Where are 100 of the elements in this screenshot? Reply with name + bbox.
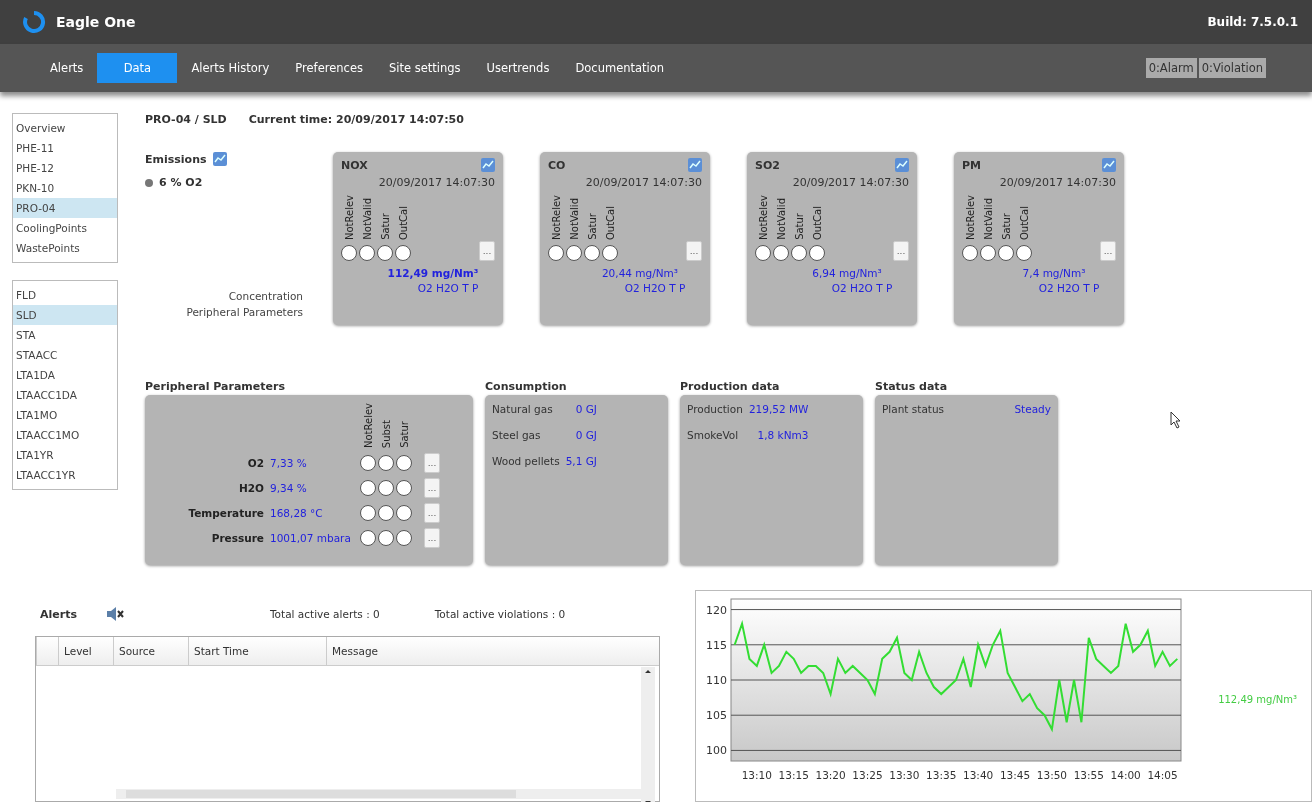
nav-tab[interactable]: Site settings — [376, 53, 473, 83]
parameter-links: O2 H2O T P — [1038, 282, 1100, 295]
pollutant-name: PM — [962, 158, 981, 172]
axis-label: 115 — [706, 638, 727, 652]
panel-title: Status data — [875, 380, 949, 393]
view-item[interactable]: STA — [13, 325, 117, 345]
dot-icon — [145, 178, 153, 187]
axis-label: 13:50 — [1036, 769, 1068, 781]
pollutant-name: SO2 — [755, 158, 780, 172]
site-item[interactable]: CoolingPoints — [13, 218, 117, 238]
flag-label: OutCal — [397, 206, 409, 241]
parameter-name: Pressure — [210, 532, 264, 545]
view-item[interactable]: LTAACC1YR — [13, 465, 117, 485]
nav-tab[interactable]: Usertrends — [474, 53, 562, 83]
violation-count: Total active violations : 0 — [434, 608, 566, 620]
view-item[interactable]: LTAACC1DA — [13, 385, 117, 405]
flag-label: OutCal — [604, 206, 616, 241]
nav-tab[interactable]: Documentation — [563, 53, 677, 83]
app-title: Eagle One — [56, 14, 137, 30]
chart-icon[interactable] — [895, 158, 909, 172]
data-value: 0 GJ — [574, 403, 597, 415]
axis-label: 13:30 — [889, 769, 920, 781]
site-item[interactable]: PKN-10 — [13, 178, 117, 198]
flag-label: OutCal — [811, 206, 823, 241]
axis-label: 13:35 — [926, 769, 957, 781]
panel-title: Production data — [680, 380, 781, 393]
flag-label: Satur — [586, 213, 598, 241]
measure-time: 20/09/2017 14:07:30 — [378, 176, 495, 189]
flag-label: Satur — [379, 213, 391, 241]
flag-label: NotRelev — [757, 195, 769, 241]
nav-tab[interactable]: Alerts — [38, 53, 96, 83]
more-button[interactable]: ... — [1100, 241, 1116, 262]
site-item[interactable]: PHE-12 — [13, 158, 117, 178]
nav-tab[interactable]: Alerts History — [179, 53, 282, 83]
axis-label: 13:10 — [741, 769, 772, 781]
chart-icon[interactable] — [481, 158, 495, 172]
alert-count: Total active alerts : 0 — [270, 608, 380, 620]
flag-label: Satur — [398, 421, 410, 449]
flag-label: NotValid — [775, 198, 787, 241]
column-header[interactable]: Start Time — [188, 637, 326, 665]
parameter-links: O2 H2O T P — [417, 282, 479, 295]
view-item[interactable]: LTAACC1MO — [13, 425, 117, 445]
column-header[interactable]: Message — [326, 637, 641, 665]
flag-label: NotValid — [568, 198, 580, 241]
build-version: Build: 7.5.0.1 — [1207, 15, 1298, 29]
more-button[interactable]: ... — [893, 241, 909, 262]
view-item[interactable]: LTA1DA — [13, 365, 117, 385]
parameter-name: H2O — [237, 482, 264, 495]
view-item[interactable]: FLD — [13, 285, 117, 305]
more-button[interactable]: ... — [479, 241, 495, 262]
site-item[interactable]: PHE-11 — [13, 138, 117, 158]
view-item[interactable]: LTA1YR — [13, 445, 117, 465]
concentration-value: 112,49 mg/Nm³ — [387, 267, 479, 280]
site-item[interactable]: Overview — [13, 118, 117, 138]
more-button[interactable]: ... — [424, 453, 440, 474]
more-button[interactable]: ... — [424, 478, 440, 499]
axis-label: 110 — [706, 674, 727, 687]
axis-label: 100 — [706, 744, 727, 758]
chart-icon[interactable] — [688, 158, 702, 172]
column-header[interactable]: Level — [58, 637, 113, 665]
measure-time: 20/09/2017 14:07:30 — [792, 176, 909, 189]
data-label: Natural gas — [492, 403, 554, 415]
axis-label: 105 — [706, 709, 727, 723]
view-item[interactable]: LTA1MO — [13, 405, 117, 425]
more-button[interactable]: ... — [424, 528, 440, 549]
counter-badge[interactable]: 0:Violation — [1198, 58, 1266, 78]
vertical-scrollbar[interactable] — [641, 667, 655, 802]
flag-label: NotRelev — [343, 195, 355, 241]
data-label: Steel gas — [492, 429, 542, 441]
view-item[interactable]: STAACC — [13, 345, 117, 365]
flag-label: NotRelev — [964, 195, 976, 241]
location-path: PRO-04 / SLD — [145, 113, 227, 126]
panel-title: Consumption — [485, 380, 568, 393]
axis-label: 120 — [706, 603, 727, 617]
counter-badge[interactable]: 0:Alarm — [1145, 58, 1197, 78]
more-button[interactable]: ... — [424, 503, 440, 524]
nav-tab[interactable]: Preferences — [283, 53, 375, 83]
flag-label: NotValid — [361, 198, 373, 241]
flag-label: NotRelev — [550, 195, 562, 241]
chart-icon[interactable] — [1102, 158, 1116, 172]
parameter-links: O2 H2O T P — [624, 282, 686, 295]
mute-icon[interactable] — [105, 605, 125, 623]
data-label: Production — [687, 403, 743, 415]
chart-icon[interactable] — [212, 152, 227, 166]
column-header[interactable]: Source — [113, 637, 188, 665]
row-label: Peripheral Parameters — [186, 306, 303, 318]
view-item[interactable]: SLD — [13, 305, 117, 325]
concentration-value: 20,44 mg/Nm³ — [601, 267, 679, 280]
more-button[interactable]: ... — [686, 241, 702, 262]
flag-label: NotRelev — [362, 403, 374, 449]
axis-label: 13:25 — [852, 769, 883, 781]
concentration-value: 6,94 mg/Nm³ — [812, 267, 882, 280]
site-item[interactable]: PRO-04 — [13, 198, 117, 218]
site-item[interactable]: WastePoints — [13, 238, 117, 258]
axis-label: 13:55 — [1073, 769, 1104, 781]
parameter-name: O2 — [246, 457, 264, 470]
parameter-value: 168,28 °C — [270, 507, 324, 520]
parameter-value: 7,33 % — [270, 457, 308, 470]
panel-title: Peripheral Parameters — [145, 380, 286, 393]
measure-time: 20/09/2017 14:07:30 — [585, 176, 702, 189]
